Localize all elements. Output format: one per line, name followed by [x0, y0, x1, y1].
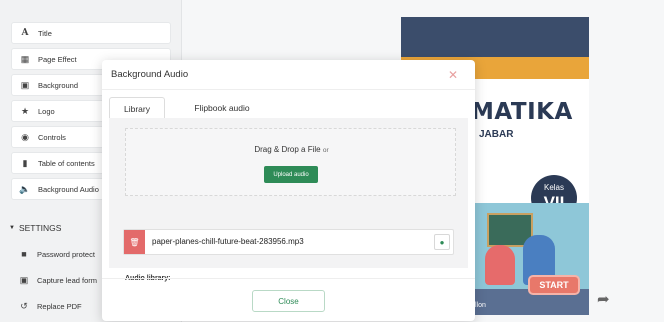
sidebar-item-title[interactable]: A Title	[11, 22, 171, 44]
sidebar-item-label: Logo	[38, 106, 55, 116]
page-effect-icon: ▦	[20, 53, 30, 64]
settings-heading-label: SETTINGS	[18, 223, 62, 233]
audio-file-name: paper-planes-chill-future-beat-283956.mp…	[152, 237, 304, 246]
modal-header: Background Audio	[102, 60, 475, 90]
cover-author: llon	[475, 302, 486, 309]
cover-title: MATIKA	[471, 99, 573, 125]
drop-instructions: Drag & Drop a File or	[126, 145, 457, 154]
drop-text: Drag & Drop a File	[254, 145, 321, 154]
sidebar-item-replace-pdf[interactable]: ↺ Replace PDF	[11, 297, 82, 315]
title-icon: A	[21, 28, 29, 38]
sidebar-item-label: Table of contents	[38, 158, 95, 168]
drop-or: or	[322, 147, 329, 154]
sidebar-item-password-protect[interactable]: ■ Password protect	[11, 245, 95, 263]
star-icon: ★	[20, 105, 30, 116]
sidebar-item-label: Page Effect	[38, 54, 77, 64]
sidebar-item-label: Password protect	[37, 249, 95, 259]
audio-library-item[interactable]: 🗑 paper-planes-chill-future-beat-283956.…	[123, 229, 454, 255]
student-illustration	[485, 245, 515, 285]
lock-icon: ■	[21, 249, 27, 259]
speaker-icon: 🔈	[19, 183, 31, 194]
sidebar-item-label: Controls	[38, 132, 66, 142]
modal-title: Background Audio	[111, 69, 189, 80]
cover-subtitle: JABAR	[479, 129, 514, 140]
tab-library[interactable]: Library	[109, 97, 165, 119]
form-icon: ▣	[19, 274, 29, 285]
caret-down-icon: ▼	[9, 225, 15, 231]
image-icon: ▣	[20, 79, 30, 90]
sidebar-item-label: Title	[38, 28, 52, 38]
toggle-icon: ◉	[21, 131, 29, 142]
close-icon[interactable]: ✕	[448, 68, 458, 82]
bookmark-icon: ▮	[22, 157, 28, 168]
file-dropzone[interactable]: Drag & Drop a File or Upload audio	[125, 128, 456, 196]
modal-footer: Close	[102, 278, 475, 321]
delete-icon[interactable]: 🗑	[124, 230, 145, 254]
play-icon[interactable]: ●	[434, 234, 450, 250]
tab-flipbook-audio[interactable]: Flipbook audio	[184, 97, 260, 119]
share-icon[interactable]: ➦	[597, 290, 610, 308]
close-button[interactable]: Close	[252, 290, 325, 312]
sidebar-item-label: Background	[38, 80, 79, 90]
sidebar-item-label: Replace PDF	[37, 301, 82, 311]
sidebar-item-label: Background Audio	[38, 184, 99, 194]
upload-audio-button[interactable]: Upload audio	[264, 166, 318, 183]
settings-heading[interactable]: ▼ SETTINGS	[9, 221, 61, 235]
sidebar-item-label: Capture lead form	[37, 275, 98, 285]
start-button[interactable]: START	[528, 275, 580, 295]
kelas-label: Kelas	[543, 183, 564, 192]
sidebar-item-capture-lead-form[interactable]: ▣ Capture lead form	[11, 271, 97, 289]
background-audio-modal: Background Audio ✕ Library Flipbook audi…	[102, 60, 475, 321]
replace-icon: ↺	[20, 300, 28, 311]
cover-top-band	[401, 17, 589, 57]
